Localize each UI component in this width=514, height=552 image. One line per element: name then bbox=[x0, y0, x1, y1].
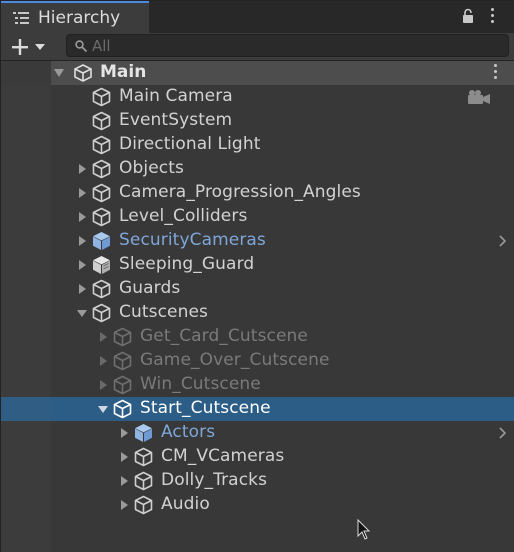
camera-gizmo-icon[interactable] bbox=[466, 88, 492, 106]
hierarchy-row[interactable]: Directional Light bbox=[1, 133, 514, 157]
hierarchy-row-label: Game_Over_Cutscene bbox=[140, 350, 330, 370]
prefab-model-cube-icon bbox=[93, 256, 110, 274]
hierarchy-row-label: Directional Light bbox=[119, 134, 261, 154]
gameobject-cube-icon bbox=[134, 495, 153, 515]
mouse-cursor-icon bbox=[357, 519, 371, 540]
hierarchy-row[interactable]: Guards bbox=[1, 277, 514, 301]
gameobject-cube-icon bbox=[92, 279, 111, 299]
hierarchy-row[interactable]: Start_Cutscene bbox=[1, 397, 514, 421]
tab-hierarchy[interactable]: Hierarchy bbox=[1, 1, 149, 33]
collapse-arrow-icon[interactable] bbox=[98, 332, 108, 342]
hierarchy-row[interactable]: Actors bbox=[1, 421, 514, 445]
hierarchy-row-label: Camera_Progression_Angles bbox=[119, 182, 361, 202]
hierarchy-row-label: Dolly_Tracks bbox=[161, 470, 268, 490]
gameobject-cube-icon bbox=[134, 447, 153, 467]
collapse-arrow-icon[interactable] bbox=[77, 260, 87, 270]
gameobject-cube-icon bbox=[92, 303, 111, 323]
gameobject-cube-icon bbox=[92, 87, 111, 107]
hierarchy-row[interactable]: Game_Over_Cutscene bbox=[1, 349, 514, 373]
gameobject-cube-icon bbox=[113, 375, 132, 395]
collapse-arrow-icon[interactable] bbox=[98, 380, 108, 390]
expand-arrow-icon[interactable] bbox=[77, 308, 87, 318]
search-icon bbox=[75, 40, 88, 53]
search-field[interactable] bbox=[66, 34, 509, 57]
hierarchy-row[interactable]: Level_Colliders bbox=[1, 205, 514, 229]
gameobject-cube-icon bbox=[92, 159, 111, 179]
toolbar bbox=[1, 33, 514, 61]
prefab-cube-icon bbox=[93, 232, 110, 250]
hierarchy-row[interactable]: Main Camera bbox=[1, 85, 514, 109]
gameobject-cube-icon bbox=[134, 471, 153, 491]
hierarchy-row-label: Guards bbox=[119, 278, 181, 298]
hierarchy-row-label: EventSystem bbox=[119, 110, 233, 130]
gameobject-cube-icon bbox=[92, 111, 111, 131]
gameobject-cube-icon bbox=[92, 207, 111, 227]
hierarchy-row[interactable]: Audio bbox=[1, 493, 514, 517]
hierarchy-row-label: Level_Colliders bbox=[119, 206, 248, 226]
hierarchy-panel: Hierarchy Mai bbox=[0, 0, 514, 552]
tab-bar: Hierarchy bbox=[1, 1, 514, 33]
hierarchy-row-label: CM_VCameras bbox=[161, 446, 285, 466]
hierarchy-row[interactable]: Camera_Progression_Angles bbox=[1, 181, 514, 205]
hierarchy-list-icon bbox=[13, 12, 29, 24]
hierarchy-row-label: Win_Cutscene bbox=[140, 374, 261, 394]
expand-arrow-icon[interactable] bbox=[54, 68, 64, 78]
collapse-arrow-icon[interactable] bbox=[119, 428, 129, 438]
collapse-arrow-icon[interactable] bbox=[98, 356, 108, 366]
prefab-cube-icon bbox=[135, 424, 152, 442]
gameobject-cube-icon bbox=[113, 399, 132, 419]
gameobject-cube-icon bbox=[113, 351, 132, 371]
hierarchy-row-label: Objects bbox=[119, 158, 184, 178]
gameobject-cube-icon bbox=[92, 183, 111, 203]
hierarchy-row[interactable]: Objects bbox=[1, 157, 514, 181]
hierarchy-row-label: Main Camera bbox=[119, 86, 233, 106]
hierarchy-row-label: Actors bbox=[161, 422, 216, 442]
collapse-arrow-icon[interactable] bbox=[77, 284, 87, 294]
scene-name: Main bbox=[100, 62, 147, 82]
collapse-arrow-icon[interactable] bbox=[119, 476, 129, 486]
open-prefab-chevron-icon[interactable] bbox=[498, 235, 506, 247]
hierarchy-row-label: SecurityCameras bbox=[119, 230, 266, 250]
hierarchy-row[interactable]: Get_Card_Cutscene bbox=[1, 325, 514, 349]
add-dropdown-button[interactable] bbox=[9, 36, 53, 58]
lock-icon[interactable] bbox=[461, 8, 475, 24]
hierarchy-row[interactable]: Sleeping_Guard bbox=[1, 253, 514, 277]
hierarchy-row[interactable]: EventSystem bbox=[1, 109, 514, 133]
hierarchy-row[interactable]: CM_VCameras bbox=[1, 445, 514, 469]
hierarchy-row[interactable]: Dolly_Tracks bbox=[1, 469, 514, 493]
hierarchy-row-label: Start_Cutscene bbox=[140, 398, 271, 418]
hierarchy-tree: Main Camera EventSystem Directional Light O… bbox=[1, 85, 514, 552]
hierarchy-row-label: Sleeping_Guard bbox=[119, 254, 255, 274]
open-prefab-chevron-icon[interactable] bbox=[498, 427, 506, 439]
expand-arrow-icon[interactable] bbox=[98, 404, 108, 414]
hierarchy-row-label: Cutscenes bbox=[119, 302, 208, 322]
collapse-arrow-icon[interactable] bbox=[77, 188, 87, 198]
tab-title: Hierarchy bbox=[38, 8, 121, 28]
collapse-arrow-icon[interactable] bbox=[119, 452, 129, 462]
collapse-arrow-icon[interactable] bbox=[77, 236, 87, 246]
collapse-arrow-icon[interactable] bbox=[77, 212, 87, 222]
scene-menu-icon[interactable] bbox=[493, 64, 499, 82]
hierarchy-row[interactable]: SecurityCameras bbox=[1, 229, 514, 253]
gameobject-cube-icon bbox=[113, 327, 132, 347]
unity-logo-icon bbox=[74, 64, 92, 82]
hierarchy-row-label: Get_Card_Cutscene bbox=[140, 326, 308, 346]
kebab-menu-icon[interactable] bbox=[490, 8, 496, 26]
scene-header[interactable]: Main bbox=[1, 61, 514, 85]
collapse-arrow-icon[interactable] bbox=[77, 164, 87, 174]
hierarchy-row[interactable]: Cutscenes bbox=[1, 301, 514, 325]
hierarchy-row-label: Audio bbox=[161, 494, 210, 514]
gameobject-cube-icon bbox=[92, 135, 111, 155]
search-input[interactable] bbox=[92, 36, 492, 55]
collapse-arrow-icon[interactable] bbox=[119, 500, 129, 510]
hierarchy-row[interactable]: Win_Cutscene bbox=[1, 373, 514, 397]
